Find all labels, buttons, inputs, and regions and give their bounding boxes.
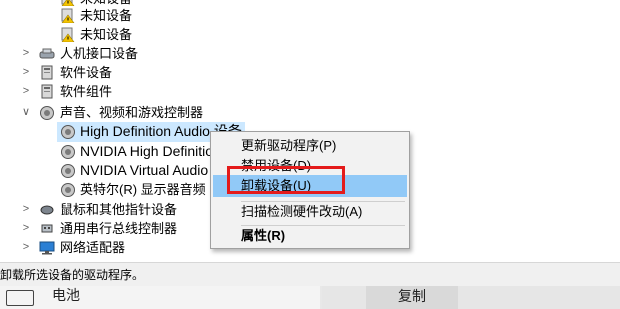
- tree-category-label: 鼠标和其他指针设备: [60, 202, 178, 217]
- tree-item-unknown-device[interactable]: 未知设备: [0, 25, 460, 44]
- menu-item-properties[interactable]: 属性(R): [213, 225, 407, 247]
- tree-category-software-devices[interactable]: > 软件设备: [0, 63, 460, 82]
- copy-button[interactable]: 复制: [366, 286, 458, 309]
- tree-item-label: NVIDIA High Definitio: [80, 143, 214, 159]
- tree-item-label: NVIDIA Virtual Audio: [80, 162, 209, 178]
- chevron-right-icon[interactable]: >: [21, 219, 31, 238]
- speaker-icon: [60, 182, 76, 197]
- menu-item-label: 属性(R): [241, 228, 286, 243]
- tree-category-label: 声音、视频和游戏控制器: [60, 105, 204, 120]
- background-window: 电池 复制: [0, 286, 620, 309]
- tree-category-label: 通用串行总线控制器: [60, 221, 178, 236]
- tree-item-label: 英特尔(R) 显示器音频: [80, 182, 206, 197]
- tree-item-label: 未知设备: [80, 8, 133, 23]
- tree-category-sound-video-game[interactable]: ∨ 声音、视频和游戏控制器: [0, 103, 460, 122]
- hid-device-icon: [39, 46, 55, 61]
- menu-item-scan-hardware[interactable]: 扫描检测硬件改动(A): [213, 201, 407, 223]
- warning-device-icon: [60, 8, 76, 24]
- tree-category-label: 软件设备: [60, 65, 113, 80]
- chevron-right-icon[interactable]: >: [21, 44, 31, 63]
- tree-item-label: 未知设备: [80, 27, 133, 42]
- speaker-icon: [60, 124, 76, 139]
- chevron-right-icon[interactable]: >: [21, 63, 31, 82]
- software-component-icon: [39, 84, 55, 99]
- usb-icon: [39, 221, 55, 236]
- chevron-right-icon[interactable]: >: [21, 82, 31, 101]
- status-text: 卸载所选设备的驱动程序。: [0, 268, 145, 282]
- battery-icon: [6, 290, 34, 306]
- mouse-icon: [39, 202, 55, 217]
- speaker-icon: [60, 163, 76, 178]
- network-adapter-icon: [39, 240, 55, 255]
- speaker-icon: [60, 144, 76, 159]
- background-panel: 电池: [0, 286, 320, 309]
- tree-category-label: 网络适配器: [60, 240, 126, 255]
- battery-label: 电池: [52, 287, 80, 303]
- speaker-icon: [39, 105, 55, 120]
- chevron-right-icon[interactable]: >: [21, 238, 31, 257]
- warning-device-icon: [60, 27, 76, 43]
- chevron-down-icon[interactable]: ∨: [21, 103, 31, 122]
- tree-category-label: 软件组件: [60, 84, 113, 99]
- software-device-icon: [39, 65, 55, 80]
- status-bar: 卸载所选设备的驱动程序。: [0, 262, 620, 286]
- menu-item-label: 扫描检测硬件改动(A): [241, 204, 363, 219]
- tree-category-hid[interactable]: > 人机接口设备: [0, 44, 460, 63]
- tree-category-label: 人机接口设备: [60, 46, 139, 61]
- chevron-right-icon[interactable]: >: [21, 200, 31, 219]
- menu-item-label: 更新驱动程序(P): [241, 138, 337, 153]
- tree-item-unknown-device[interactable]: 未知设备: [0, 6, 460, 25]
- menu-item-update-driver[interactable]: 更新驱动程序(P): [213, 135, 407, 157]
- tree-category-software-components[interactable]: > 软件组件: [0, 82, 460, 101]
- red-highlight-box: [227, 166, 345, 194]
